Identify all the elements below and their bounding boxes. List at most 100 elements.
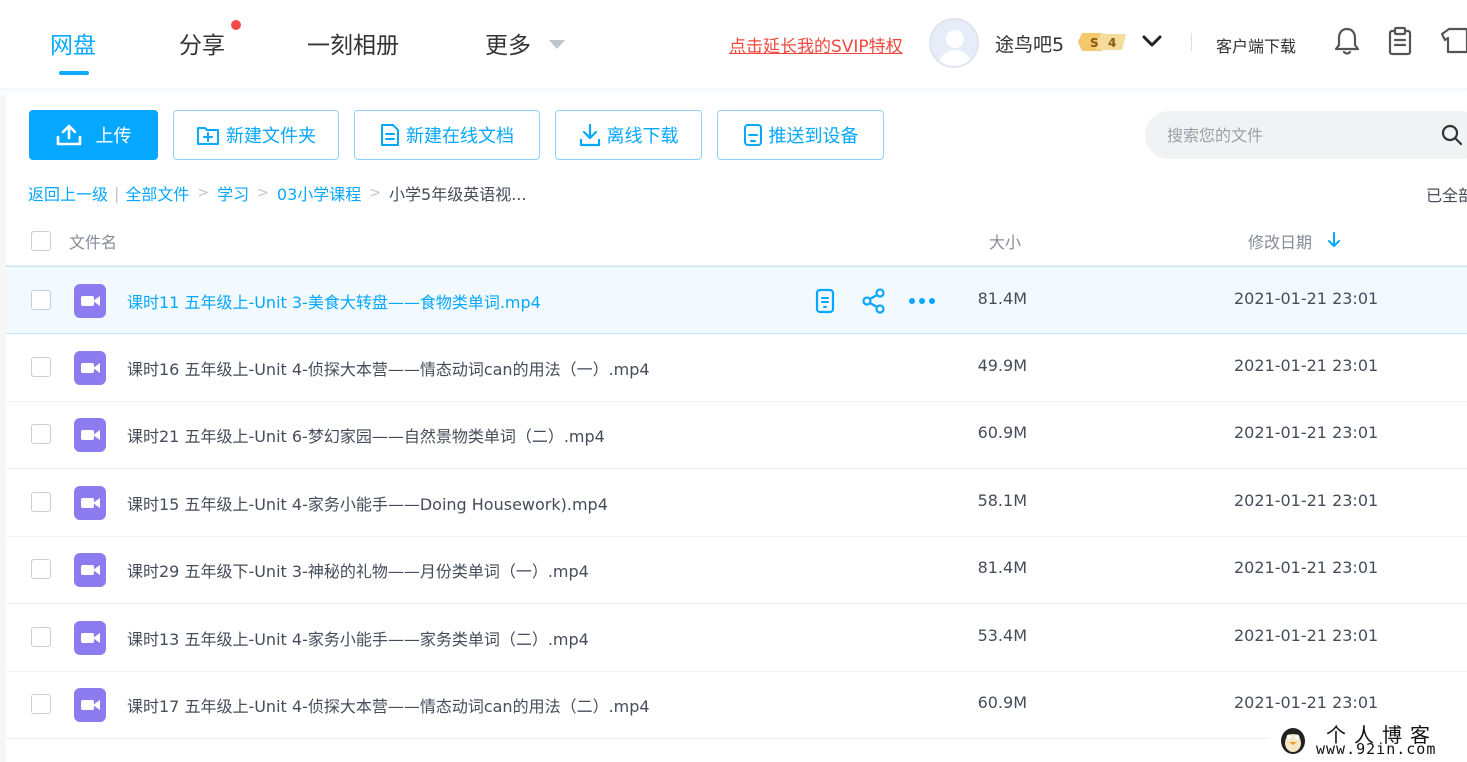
breadcrumb-item-all-files[interactable]: 全部文件 bbox=[125, 181, 189, 205]
row-checkbox[interactable] bbox=[31, 559, 51, 579]
avatar[interactable] bbox=[929, 18, 979, 68]
row-checkbox[interactable] bbox=[31, 290, 51, 310]
bell-icon[interactable] bbox=[1334, 26, 1360, 56]
video-file-icon bbox=[74, 688, 106, 722]
breadcrumb-separator: > bbox=[197, 185, 210, 201]
row-checkbox[interactable] bbox=[31, 627, 51, 647]
device-icon bbox=[743, 124, 762, 146]
breadcrumb-separator: > bbox=[369, 185, 382, 201]
table-row[interactable]: 课时16 五年级上-Unit 4-侦探大本营——情态动词can的用法（一）.mp… bbox=[6, 334, 1467, 402]
search-box bbox=[1145, 111, 1467, 159]
video-file-icon bbox=[74, 486, 106, 520]
file-size: 60.9M bbox=[977, 693, 1027, 712]
download-icon bbox=[579, 123, 600, 147]
more-dropdown-caret-icon[interactable] bbox=[549, 40, 565, 49]
nav-tab-more[interactable]: 更多 bbox=[485, 26, 531, 60]
table-row[interactable]: 课时17 五年级上-Unit 4-侦探大本营——情态动词can的用法（二）.mp… bbox=[6, 671, 1467, 739]
share-icon[interactable] bbox=[862, 288, 886, 314]
new-online-doc-label: 新建在线文档 bbox=[406, 126, 514, 147]
video-file-icon bbox=[74, 351, 106, 385]
nav-tab-album[interactable]: 一刻相册 bbox=[307, 26, 399, 60]
file-name[interactable]: 课时17 五年级上-Unit 4-侦探大本营——情态动词can的用法（二）.mp… bbox=[127, 693, 650, 717]
sort-arrow-down-icon[interactable] bbox=[1327, 232, 1341, 248]
select-all-checkbox[interactable] bbox=[31, 231, 51, 251]
chevron-down-icon[interactable] bbox=[1142, 34, 1162, 48]
tshirt-icon[interactable] bbox=[1440, 26, 1467, 54]
nav-tab-netdisk[interactable]: 网盘 bbox=[50, 26, 96, 60]
table-row[interactable]: 课时21 五年级上-Unit 6-梦幻家园——自然景物类单词（二）.mp4 60… bbox=[6, 401, 1467, 469]
row-checkbox[interactable] bbox=[31, 694, 51, 714]
svip-level-badge: S 4 bbox=[1078, 33, 1126, 51]
video-file-icon bbox=[74, 284, 106, 318]
more-options-icon[interactable] bbox=[908, 288, 936, 314]
file-name[interactable]: 课时15 五年级上-Unit 4-家务小能手——Doing Housework)… bbox=[127, 491, 608, 515]
offline-download-label: 离线下载 bbox=[606, 126, 679, 147]
new-folder-icon bbox=[197, 127, 219, 145]
top-navigation-bar: 网盘 分享 一刻相册 更多 点击延长我的SVIP特权 途鸟吧5 S 4 客户端下… bbox=[0, 0, 1467, 88]
file-modified-date: 2021-01-21 23:01 bbox=[1234, 558, 1379, 577]
file-name[interactable]: 课时11 五年级上-Unit 3-美食大转盘——食物类单词.mp4 bbox=[127, 289, 541, 313]
column-header-size[interactable]: 大小 bbox=[989, 229, 1021, 253]
search-icon[interactable] bbox=[1441, 124, 1463, 146]
breadcrumb-current: 小学5年级英语视... bbox=[389, 185, 527, 204]
upload-button[interactable]: 上传 bbox=[29, 110, 158, 160]
new-online-doc-button[interactable]: 新建在线文档 bbox=[354, 110, 540, 160]
file-size: 53.4M bbox=[977, 626, 1027, 645]
file-name[interactable]: 课时21 五年级上-Unit 6-梦幻家园——自然景物类单词（二）.mp4 bbox=[127, 423, 605, 447]
file-modified-date: 2021-01-21 23:01 bbox=[1234, 423, 1379, 442]
breadcrumb-divider: | bbox=[114, 183, 120, 203]
table-row[interactable]: 课时13 五年级上-Unit 4-家务小能手——家务类单词（二）.mp4 53.… bbox=[6, 604, 1467, 672]
row-checkbox[interactable] bbox=[31, 492, 51, 512]
header-shadow bbox=[0, 88, 1467, 94]
table-row[interactable]: 课时11 五年级上-Unit 3-美食大转盘——食物类单词.mp4 81.4M … bbox=[6, 266, 1467, 334]
new-folder-button[interactable]: 新建文件夹 bbox=[173, 110, 339, 160]
row-checkbox[interactable] bbox=[31, 357, 51, 377]
header-divider bbox=[1191, 33, 1192, 51]
nav-tab-share[interactable]: 分享 bbox=[179, 26, 225, 60]
table-row-partial[interactable] bbox=[6, 739, 1467, 762]
breadcrumb-separator: > bbox=[257, 185, 269, 201]
file-modified-date: 2021-01-21 23:01 bbox=[1234, 491, 1379, 510]
client-download-link[interactable]: 客户端下载 bbox=[1216, 33, 1296, 57]
svip-renew-link[interactable]: 点击延长我的SVIP特权 bbox=[729, 32, 903, 57]
search-input[interactable] bbox=[1167, 123, 1427, 147]
file-modified-date: 2021-01-21 23:01 bbox=[1234, 356, 1379, 375]
offline-download-button[interactable]: 离线下载 bbox=[555, 110, 702, 160]
file-modified-date: 2021-01-21 23:01 bbox=[1234, 289, 1379, 308]
file-name[interactable]: 课时29 五年级下-Unit 3-神秘的礼物——月份类单词（一）.mp4 bbox=[127, 558, 589, 582]
column-header-date[interactable]: 修改日期 bbox=[1248, 229, 1312, 253]
file-name[interactable]: 课时13 五年级上-Unit 4-家务小能手——家务类单词（二）.mp4 bbox=[127, 626, 589, 650]
breadcrumb-back-link[interactable]: 返回上一级 bbox=[28, 181, 108, 205]
clipboard-icon[interactable] bbox=[1388, 26, 1412, 56]
upload-label: 上传 bbox=[95, 126, 132, 147]
row-checkbox[interactable] bbox=[31, 424, 51, 444]
video-file-icon bbox=[74, 621, 106, 655]
file-size: 60.9M bbox=[977, 423, 1027, 442]
file-size: 81.4M bbox=[977, 289, 1027, 308]
file-size: 58.1M bbox=[977, 491, 1027, 510]
file-modified-date: 2021-01-21 23:01 bbox=[1234, 693, 1379, 712]
username[interactable]: 途鸟吧5 bbox=[995, 30, 1064, 57]
file-table-header: 文件名 大小 修改日期 bbox=[6, 214, 1467, 266]
breadcrumb-item-primary-course[interactable]: 03小学课程 bbox=[277, 181, 361, 205]
loaded-status-label: 已全部 bbox=[1426, 186, 1467, 205]
watermark-url: www.92in.com bbox=[1316, 740, 1437, 758]
nav-active-indicator bbox=[59, 71, 89, 75]
video-file-icon bbox=[74, 553, 106, 587]
notification-dot bbox=[231, 20, 241, 30]
push-to-device-icon[interactable] bbox=[815, 288, 835, 314]
file-size: 49.9M bbox=[977, 356, 1027, 375]
video-file-icon bbox=[74, 418, 106, 452]
avatar-body bbox=[938, 50, 972, 66]
document-icon bbox=[381, 124, 399, 146]
table-row[interactable]: 课时29 五年级下-Unit 3-神秘的礼物——月份类单词（一）.mp4 81.… bbox=[6, 536, 1467, 604]
table-row[interactable]: 课时15 五年级上-Unit 4-家务小能手——Doing Housework)… bbox=[6, 469, 1467, 537]
blog-watermark: 个人博客 www.92in.com bbox=[1270, 718, 1467, 762]
avatar-head bbox=[946, 30, 964, 48]
column-header-name[interactable]: 文件名 bbox=[69, 229, 117, 253]
push-to-device-button[interactable]: 推送到设备 bbox=[717, 110, 884, 160]
breadcrumb-item-study[interactable]: 学习 bbox=[217, 181, 249, 205]
file-modified-date: 2021-01-21 23:01 bbox=[1234, 626, 1379, 645]
file-name[interactable]: 课时16 五年级上-Unit 4-侦探大本营——情态动词can的用法（一）.mp… bbox=[127, 356, 650, 380]
upload-icon bbox=[56, 124, 81, 146]
